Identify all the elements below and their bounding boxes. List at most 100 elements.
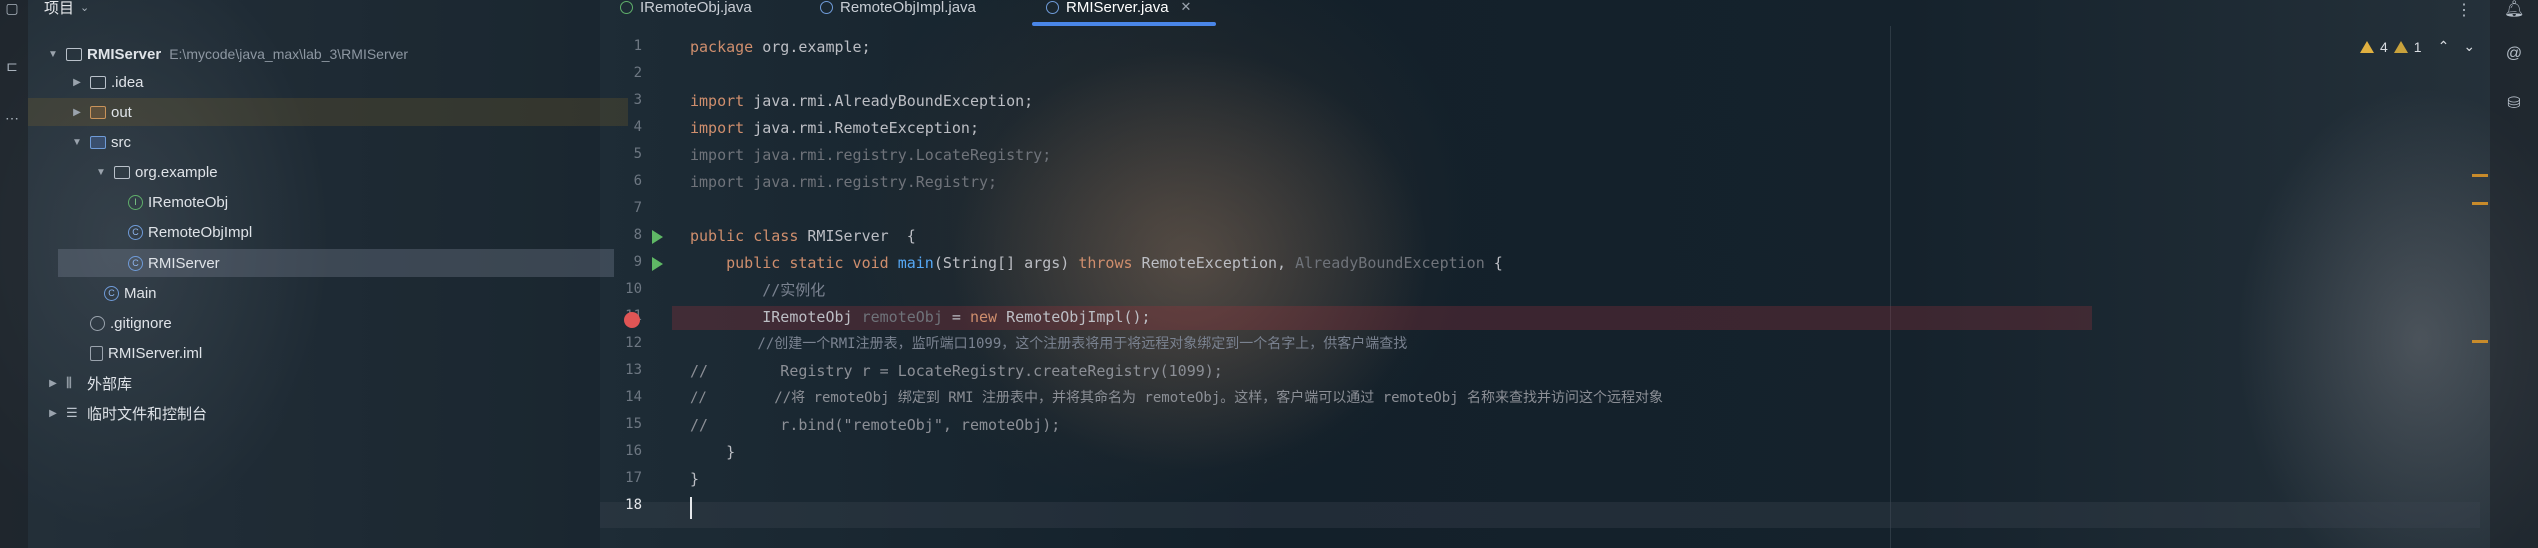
warning-count: 4 xyxy=(2380,38,2388,55)
right-tool-strip: 🔔︎ @ ⛁ xyxy=(2490,0,2538,548)
interface-icon: I xyxy=(128,194,143,210)
weak-warning-count: 1 xyxy=(2413,38,2422,55)
class-icon xyxy=(1046,0,1059,14)
tree-item-label: org.example xyxy=(135,163,218,181)
tree-item-label: .gitignore xyxy=(110,314,172,332)
line-number: 7 xyxy=(633,200,642,216)
weak-warning-icon xyxy=(2393,40,2408,53)
line-number: 13 xyxy=(625,362,642,378)
class-icon: C xyxy=(128,224,143,240)
tree-item-label: out xyxy=(111,103,132,121)
tree-item-out[interactable]: ▶ out xyxy=(70,98,132,126)
code-line: import java.rmi.RemoteException; xyxy=(690,119,979,137)
line-number: 16 xyxy=(625,443,642,459)
tree-item-idea[interactable]: ▶ .idea xyxy=(70,68,144,96)
caret-line-highlight xyxy=(600,502,2480,528)
tree-item-label: 临时文件和控制台 xyxy=(87,405,208,423)
tree-item-src[interactable]: ▼ src xyxy=(70,128,131,156)
more-tools-icon[interactable]: ⋯ xyxy=(4,110,20,126)
class-icon: C xyxy=(104,285,119,301)
tree-item-label: RMIServer.iml xyxy=(108,344,203,362)
project-panel-header[interactable]: 项目 ⌄ xyxy=(44,0,89,18)
chevron-right-icon[interactable]: ▶ xyxy=(70,77,84,88)
code-line: public static void main(String[] args) t… xyxy=(690,254,1503,272)
folder-icon xyxy=(90,75,106,89)
chevron-down-icon[interactable]: ▼ xyxy=(46,49,60,60)
run-class-icon[interactable] xyxy=(652,230,663,244)
database-icon[interactable]: ⛁ xyxy=(2504,94,2524,114)
code-line: import java.rmi.AlreadyBoundException; xyxy=(690,92,1034,110)
tree-item-label: RMIServer xyxy=(148,254,220,272)
project-tool-icon[interactable]: ▢ xyxy=(4,0,20,16)
tab-rmiserver[interactable]: RMIServer.java ✕ xyxy=(1046,0,1191,18)
tree-item-rmiserver-class[interactable]: C RMIServer xyxy=(122,249,220,277)
chevron-right-icon[interactable]: ▶ xyxy=(46,408,60,419)
library-icon: ⫼ xyxy=(66,375,72,390)
ignore-file-icon xyxy=(90,315,105,331)
module-file-icon xyxy=(90,345,103,361)
excluded-folder-icon xyxy=(90,105,106,119)
warning-stripe-mark[interactable] xyxy=(2472,174,2488,177)
run-main-icon[interactable] xyxy=(652,257,663,271)
line-number: 12 xyxy=(625,335,642,351)
tree-item-remoteobjimpl[interactable]: C RemoteObjImpl xyxy=(122,218,252,246)
tab-label: IRemoteObj.java xyxy=(640,0,752,16)
code-line: public class RMIServer { xyxy=(690,227,916,245)
code-line-comment: //创建一个RMI注册表，监听端口1099，这个注册表将用于将远程对象绑定到一个… xyxy=(690,336,1408,352)
inspection-widget[interactable]: 4 1 ⌃ ⌄ xyxy=(2360,38,2475,55)
package-icon xyxy=(114,165,130,179)
tab-label: RMIServer.java xyxy=(1066,0,1169,16)
tab-iremoteobj[interactable]: IRemoteObj.java xyxy=(620,0,752,18)
chevron-down-icon[interactable]: ▼ xyxy=(94,167,108,178)
chevron-right-icon[interactable]: ▶ xyxy=(70,107,84,118)
chevron-down-icon: ⌄ xyxy=(80,1,90,14)
tree-item-main[interactable]: C Main xyxy=(98,279,157,307)
chevron-right-icon[interactable]: ▶ xyxy=(46,378,60,389)
project-panel-title: 项目 xyxy=(44,0,75,17)
line-number: 9 xyxy=(633,254,642,270)
line-number: 14 xyxy=(625,389,642,405)
chevron-up-icon[interactable]: ⌃ xyxy=(2438,38,2450,55)
tab-remoteobjimpl[interactable]: RemoteObjImpl.java xyxy=(820,0,976,18)
tree-item-org-example[interactable]: ▼ org.example xyxy=(94,158,218,186)
code-line-unused-import: import java.rmi.registry.Registry; xyxy=(690,173,998,191)
line-number: 6 xyxy=(633,173,642,189)
chevron-down-icon[interactable]: ⌄ xyxy=(2463,38,2475,55)
source-folder-icon xyxy=(90,135,106,149)
left-tool-strip: ▢ ⊏ ⋯ xyxy=(0,0,28,548)
notifications-icon[interactable]: 🔔︎ xyxy=(2504,0,2524,20)
close-icon[interactable]: ✕ xyxy=(1181,0,1192,15)
chevron-down-icon[interactable]: ▼ xyxy=(70,137,84,148)
code-line: } xyxy=(690,443,736,461)
tree-item-scratches[interactable]: ▶ ☰ 临时文件和控制台 xyxy=(46,399,207,427)
warning-stripe-mark[interactable] xyxy=(2472,340,2488,343)
more-options-icon[interactable]: ⋮ xyxy=(2456,0,2472,20)
tree-item-rmiserver-iml[interactable]: RMIServer.iml xyxy=(84,339,202,367)
structure-tool-icon[interactable]: ⊏ xyxy=(4,58,20,74)
module-folder-icon xyxy=(66,47,82,61)
interface-icon xyxy=(620,0,633,14)
line-number: 17 xyxy=(625,470,642,486)
line-number: 5 xyxy=(633,146,642,162)
class-icon: C xyxy=(128,255,143,271)
project-path: E:\mycode\java_max\lab_3\RMIServer xyxy=(169,46,409,62)
ai-assistant-icon[interactable]: @ xyxy=(2504,44,2524,64)
code-line-comment: // //将 remoteObj 绑定到 RMI 注册表中，并将其命名为 rem… xyxy=(690,390,1664,406)
code-line-comment: // Registry r = LocateRegistry.createReg… xyxy=(690,362,1223,380)
line-number: 10 xyxy=(625,281,642,297)
breakpoint-icon[interactable] xyxy=(624,312,640,328)
tree-item-gitignore[interactable]: .gitignore xyxy=(84,309,172,337)
tree-item-iremoteobj[interactable]: I IRemoteObj xyxy=(122,188,228,216)
warning-icon xyxy=(2360,40,2374,53)
tree-item-external-libraries[interactable]: ▶ ⫼ 外部库 xyxy=(46,369,132,397)
line-number: 3 xyxy=(633,92,642,108)
right-margin-guide xyxy=(1890,26,1891,548)
tree-item-label: RMIServer xyxy=(87,45,162,63)
code-editor[interactable]: 1 2 3 4 5 6 7 8 9 10 11 12 13 14 15 16 1… xyxy=(600,26,2480,548)
text-caret xyxy=(690,497,692,519)
warning-stripe-mark[interactable] xyxy=(2472,202,2488,205)
tree-item-label: 外部库 xyxy=(87,375,133,393)
tree-item-rmiserver-project[interactable]: ▼ RMIServer E:\mycode\java_max\lab_3\RMI… xyxy=(46,40,408,68)
tree-item-label: .idea xyxy=(111,73,144,91)
line-number: 8 xyxy=(633,227,642,243)
